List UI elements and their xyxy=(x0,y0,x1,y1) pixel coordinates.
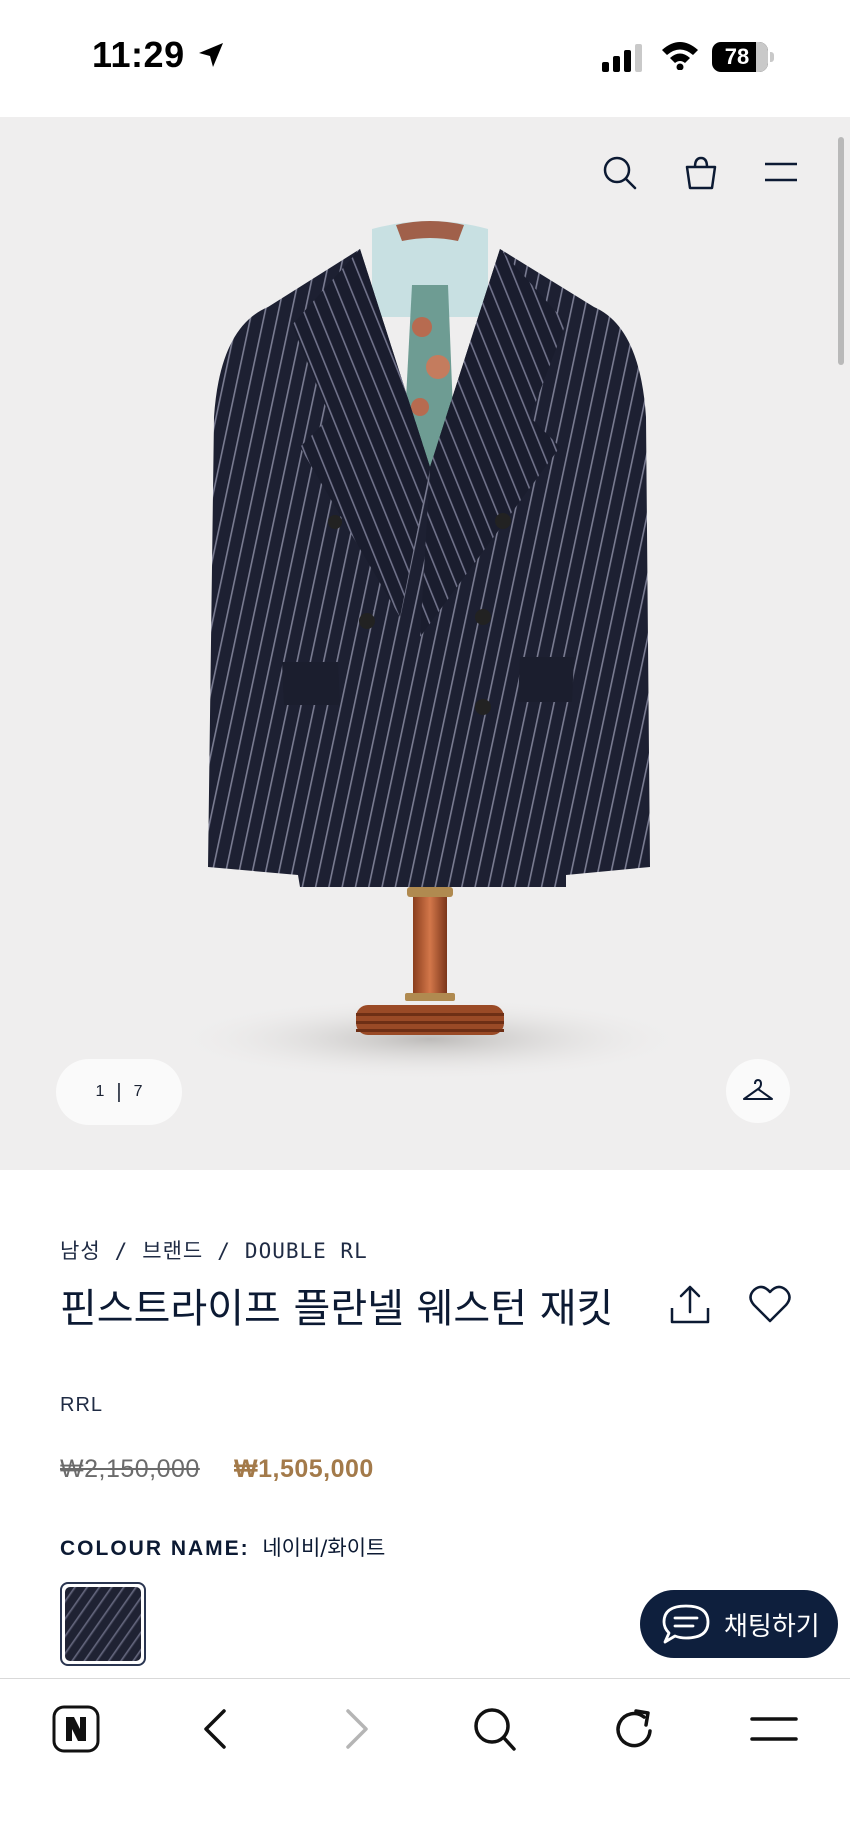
status-time: 11:29 xyxy=(92,34,185,75)
search-icon[interactable] xyxy=(602,155,638,191)
breadcrumb-item-double-rl[interactable]: DOUBLE RL xyxy=(245,1239,368,1263)
breadcrumb-item-brand[interactable]: 브랜드 xyxy=(142,1235,203,1265)
heart-icon[interactable] xyxy=(748,1284,792,1324)
colour-row: COLOUR NAME: 네이비/화이트 xyxy=(60,1532,385,1562)
breadcrumb-separator: / xyxy=(114,1239,129,1263)
image-counter-current: 1 xyxy=(95,1083,105,1100)
original-price: ₩2,150,000 xyxy=(60,1455,200,1483)
hanger-icon xyxy=(743,1079,773,1100)
chat-label: 채팅하기 xyxy=(724,1611,820,1642)
product-title: 핀스트라이프 플란넬 웨스턴 재킷 xyxy=(60,1286,614,1332)
image-counter-separator: | xyxy=(116,1080,122,1103)
status-bar: 11:29 78 xyxy=(0,0,850,117)
product-brand: RRL xyxy=(60,1394,104,1416)
shopping-bag-icon[interactable] xyxy=(684,155,718,191)
menu-icon[interactable] xyxy=(750,1715,798,1743)
battery-percentage: 78 xyxy=(724,44,750,69)
image-counter-total: 7 xyxy=(133,1083,143,1100)
chat-button[interactable]: 채팅하기 xyxy=(640,1590,838,1658)
menu-icon[interactable] xyxy=(764,161,798,183)
virtual-fitting-button[interactable] xyxy=(726,1059,790,1123)
back-icon[interactable] xyxy=(200,1705,230,1753)
naver-n-icon[interactable] xyxy=(52,1705,100,1753)
cellular-signal-icon xyxy=(602,44,642,72)
page-scrollbar[interactable] xyxy=(838,137,844,365)
battery-indicator: 78 xyxy=(712,42,776,72)
swatch-pattern xyxy=(65,1587,141,1661)
sale-price: ₩1,505,000 xyxy=(234,1455,374,1483)
image-counter: 1 | 7 xyxy=(56,1059,182,1125)
colour-value: 네이비/화이트 xyxy=(262,1536,386,1560)
colour-swatch-navy-white[interactable] xyxy=(60,1582,146,1666)
browser-toolbar xyxy=(0,1678,850,1843)
chat-bubble-icon xyxy=(662,1604,710,1644)
location-arrow-icon xyxy=(199,43,223,67)
search-icon[interactable] xyxy=(472,1705,518,1753)
product-image xyxy=(170,221,690,1081)
reload-icon[interactable] xyxy=(612,1705,658,1753)
forward-icon[interactable] xyxy=(342,1705,372,1753)
colour-label: COLOUR NAME: xyxy=(60,1537,250,1560)
product-image-gallery[interactable]: 1 | 7 xyxy=(0,117,850,1170)
breadcrumb: 남성 / 브랜드 / DOUBLE RL xyxy=(60,1235,368,1265)
breadcrumb-item-men[interactable]: 남성 xyxy=(60,1235,101,1265)
breadcrumb-separator: / xyxy=(217,1239,231,1263)
wifi-icon xyxy=(662,42,698,70)
share-icon[interactable] xyxy=(668,1284,712,1326)
